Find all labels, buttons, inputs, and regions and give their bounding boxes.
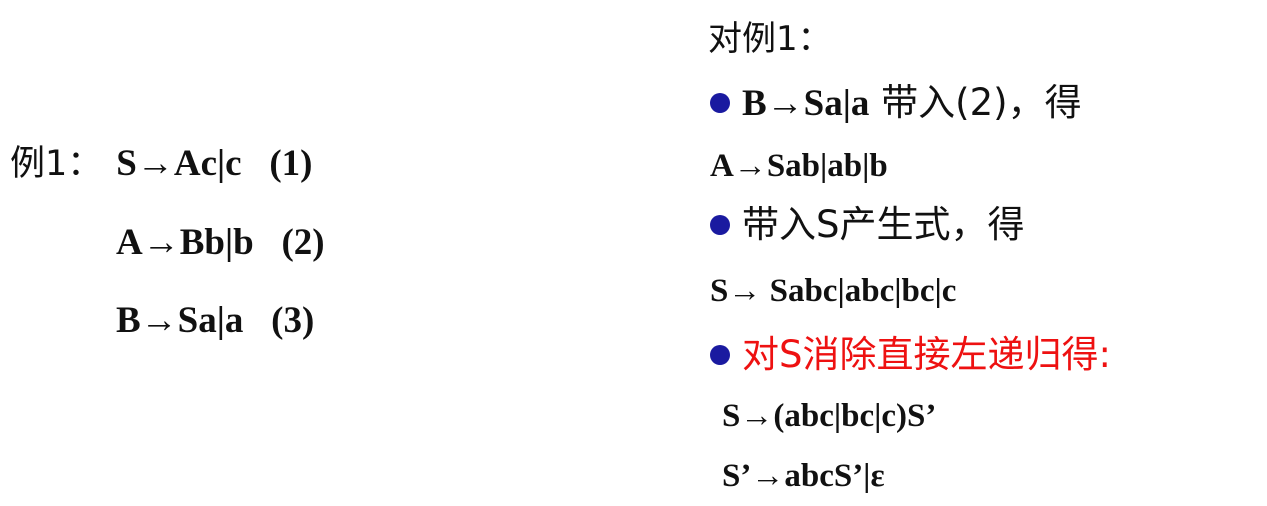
step-1-formula: B→Sa|a <box>742 83 870 124</box>
step-3-result-2: S’→abcS’|ε <box>722 458 885 494</box>
counter-example-title: 对例1： <box>708 19 832 59</box>
step-3-text: 对S消除直接左递归得: <box>742 333 1111 376</box>
slide: 例1： S→Ac|c (1) A→Bb|b (2) B→Sa|a (3) 对例1：… <box>0 0 1267 506</box>
example-label: 例1： <box>10 144 103 184</box>
production-1: S→Ac|c (1) <box>116 143 313 184</box>
production-3: B→Sa|a (3) <box>116 300 315 341</box>
step-1-text: 带入(2)，得 <box>869 81 1082 124</box>
example-first-production: 例1： S→Ac|c (1) <box>10 145 312 182</box>
bullet-icon <box>710 214 730 235</box>
step-3-bullet: 对S消除直接左递归得: <box>710 336 1111 374</box>
step-1-bullet: B→Sa|a 带入(2)，得 <box>710 84 1082 122</box>
step-2-result: S→ Sabc|abc|bc|c <box>710 273 957 309</box>
step-1-result: A→Sab|ab|b <box>710 148 888 184</box>
production-2: A→Bb|b (2) <box>116 222 325 263</box>
step-3-result-1: S→(abc|bc|c)S’ <box>722 398 937 434</box>
step-2-bullet: 带入S产生式，得 <box>710 206 1025 244</box>
bullet-icon <box>710 92 730 113</box>
step-2-text: 带入S产生式，得 <box>742 203 1025 246</box>
bullet-icon <box>710 344 730 365</box>
